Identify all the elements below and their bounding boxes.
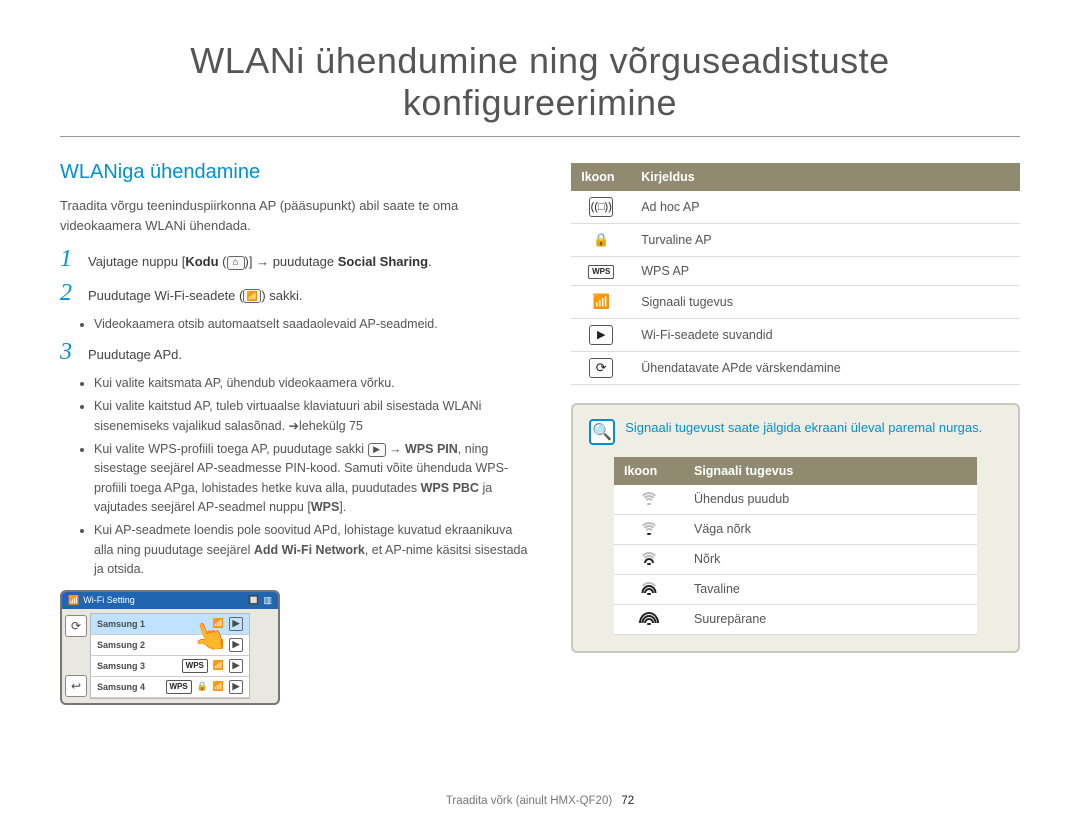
wifi-level-3-icon <box>640 581 658 595</box>
wps-icon: WPS <box>166 680 192 694</box>
status-icon: ▥ <box>263 595 272 606</box>
step-2-body: Puudutage Wi-Fi-seadete (📶) sakki. <box>88 286 531 307</box>
step-2-bullet: Videokaamera otsib automaatselt saadaole… <box>94 315 531 334</box>
table-row: ▶ Wi-Fi-seadete suvandid <box>571 318 1020 351</box>
lock-icon: 🔒 <box>589 230 613 250</box>
lock-icon: 🔒 <box>197 681 208 692</box>
wifi-icon: 📶 <box>589 292 613 312</box>
arrow-right-icon: ▶ <box>368 443 386 457</box>
list-item[interactable]: Samsung 4 WPS 🔒 📶 ▶ <box>91 677 249 698</box>
refresh-icon: ⟳ <box>589 358 613 378</box>
page-footer: Traadita võrk (ainult HMX-QF20) 72 <box>0 795 1080 807</box>
step-3-body: Puudutage APd. <box>88 345 531 366</box>
wifi-level-1-icon <box>640 521 658 535</box>
wifi-level-0-icon <box>640 491 658 505</box>
table-row: 🔒 Turvaline AP <box>571 224 1020 257</box>
list-item[interactable]: Samsung 1 📶 ▶ <box>91 614 249 635</box>
wifi-level-4-icon <box>640 611 658 625</box>
step-number-2: 2 <box>60 281 78 305</box>
table-row: 📶 Signaali tugevus <box>571 285 1020 318</box>
back-button[interactable]: ↩ <box>65 675 87 697</box>
arrow-right-icon[interactable]: ▶ <box>229 638 243 652</box>
device-screenshot: 📶 Wi-Fi Setting 🔲 ▥ ⟳ ↩ Samsung 1 📶 <box>60 590 280 705</box>
step-number-1: 1 <box>60 247 78 271</box>
list-item[interactable]: Samsung 3 WPS 📶 ▶ <box>91 656 249 677</box>
footer-section: Traadita võrk (ainult HMX-QF20) <box>446 795 612 807</box>
page-number: 72 <box>621 795 634 807</box>
wifi-settings-icon: 📶 <box>243 289 261 303</box>
table-row: Nõrk <box>614 544 977 574</box>
page-title: WLANi ühendumine ning võrguseadistuste k… <box>60 40 1020 137</box>
table-header-desc: Kirjeldus <box>631 163 1020 191</box>
step-3-bullet-2: Kui valite kaitstud AP, tuleb virtuaalse… <box>94 397 531 436</box>
wps-icon: WPS <box>588 265 614 279</box>
device-title: Wi-Fi Setting <box>83 595 135 605</box>
table-row: Suurepärane <box>614 604 977 634</box>
device-ap-list: Samsung 1 📶 ▶ Samsung 2 📶 ▶ Samsung 3 WP… <box>90 613 250 699</box>
list-item[interactable]: Samsung 2 📶 ▶ <box>91 635 249 656</box>
table-row: Tavaline <box>614 574 977 604</box>
step-3-bullet-3: Kui valite WPS-profiili toega AP, puudut… <box>94 440 531 518</box>
note-panel: 🔍 Signaali tugevust saate jälgida ekraan… <box>571 403 1020 653</box>
info-icon: 🔍 <box>589 419 615 445</box>
step-number-3: 3 <box>60 340 78 364</box>
wps-icon: WPS <box>182 659 208 673</box>
wifi-icon: 📶 <box>213 681 224 692</box>
wifi-icon: 📶 <box>213 660 224 671</box>
table-row: Ühendus puudub <box>614 485 977 515</box>
table-row: Väga nõrk <box>614 514 977 544</box>
arrow-right-icon[interactable]: ▶ <box>229 680 243 694</box>
note-text: Signaali tugevust saate jälgida ekraani … <box>625 419 982 437</box>
table-header-icon: Ikoon <box>614 457 684 485</box>
section-heading: WLANiga ühendamine <box>60 161 531 184</box>
table-row: ((□)) Ad hoc AP <box>571 191 1020 224</box>
step-3-bullet-4: Kui AP-seadmete loendis pole soovitud AP… <box>94 521 531 579</box>
step-3-bullet-1: Kui valite kaitsmata AP, ühendub videoka… <box>94 374 531 393</box>
battery-icon: 🔲 <box>248 595 259 606</box>
adhoc-icon: ((□)) <box>589 197 613 217</box>
table-header-icon: Ikoon <box>571 163 631 191</box>
intro-text: Traadita võrgu teeninduspiirkonna AP (pä… <box>60 196 531 235</box>
table-header-signal: Signaali tugevus <box>684 457 977 485</box>
refresh-button[interactable]: ⟳ <box>65 615 87 637</box>
arrow-right-icon: ▶ <box>589 325 613 345</box>
icon-description-table: Ikoon Kirjeldus ((□)) Ad hoc AP 🔒 Turval… <box>571 163 1020 385</box>
wifi-icon: 📶 <box>68 595 79 606</box>
wifi-icon: 📶 <box>213 618 224 629</box>
step-1-body: Vajutage nuppu [Kodu (⌂)] → puudutage So… <box>88 252 531 273</box>
arrow-right-icon[interactable]: ▶ <box>229 659 243 673</box>
table-row: WPS WPS AP <box>571 257 1020 286</box>
wifi-level-2-icon <box>640 551 658 565</box>
wifi-icon: 📶 <box>213 639 224 650</box>
arrow-right-icon[interactable]: ▶ <box>229 617 243 631</box>
table-row: ⟳ Ühendatavate APde värskendamine <box>571 351 1020 384</box>
signal-strength-table: Ikoon Signaali tugevus Ühendus puudub Vä… <box>614 457 977 635</box>
home-icon: ⌂ <box>227 256 245 270</box>
